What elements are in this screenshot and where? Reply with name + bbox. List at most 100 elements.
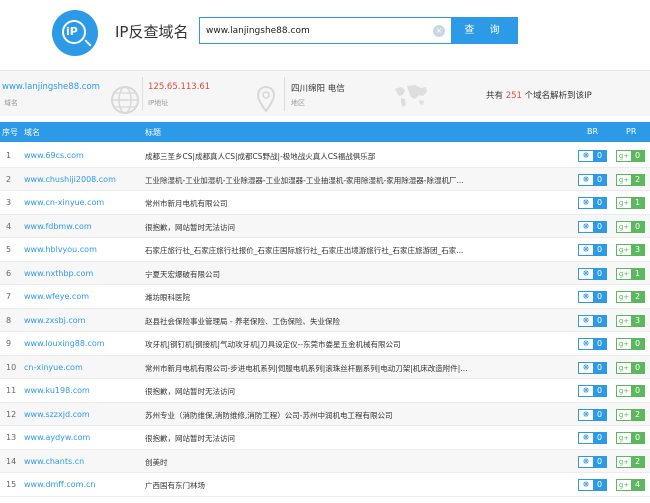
- row-number: 11: [6, 386, 17, 395]
- br-value: 0: [596, 151, 603, 160]
- row-number: 1: [6, 151, 12, 160]
- pr-badge[interactable]: g+ 3: [616, 314, 645, 327]
- pr-badge[interactable]: g+ 0: [616, 385, 645, 397]
- row-domain-link[interactable]: www.louxing88.com: [24, 339, 105, 348]
- row-domain-link[interactable]: www.chushiji2008.com: [24, 175, 116, 184]
- pr-badge[interactable]: g+ 0: [616, 361, 645, 374]
- row-domain-link[interactable]: www.chants.cn: [24, 457, 84, 466]
- br-badge[interactable]: ❋ 0: [578, 385, 607, 397]
- paw-icon: ❋: [579, 456, 593, 467]
- table-row: 6 www.nxthbp.com 宁夏天宏爆破有限公司 ❋ 0 g+ 1: [0, 261, 650, 285]
- br-badge[interactable]: ❋ 0: [578, 361, 607, 374]
- pr-badge[interactable]: g+ 3: [616, 244, 645, 256]
- row-title: 潍坊眼科医院: [145, 293, 190, 302]
- ip-logo-icon[interactable]: iP: [52, 10, 98, 56]
- pr-badge[interactable]: g+ 2: [616, 455, 645, 468]
- br-badge[interactable]: ❋ 0: [578, 244, 607, 256]
- search-box[interactable]: ×: [199, 17, 452, 44]
- row-domain-link[interactable]: www.aydyw.com: [24, 433, 90, 442]
- pr-badge[interactable]: g+ 0: [616, 150, 645, 162]
- pr-value: 0: [634, 362, 641, 372]
- g-plus-icon: g+: [617, 456, 631, 467]
- br-badge[interactable]: ❋ 0: [578, 150, 607, 162]
- globe-icon: [111, 86, 139, 114]
- br-value: 0: [596, 480, 603, 489]
- row-title: 广西国有东门林场: [145, 481, 205, 490]
- table-row: 12 www.szzxjd.com 苏州专业（消防维保,消防维修,消防工程）公司…: [0, 402, 650, 426]
- pr-badge[interactable]: g+ 0: [616, 338, 645, 350]
- row-title: 创美时: [145, 457, 168, 467]
- row-domain-link[interactable]: www.ku198.com: [24, 386, 90, 395]
- clear-icon[interactable]: ×: [433, 25, 445, 37]
- paw-icon: ❋: [579, 268, 593, 279]
- table-row: 1 www.69cs.com 成都三圣乡CS|成都真人CS|成都CS野战|-极地…: [0, 144, 650, 168]
- g-plus-icon: g+: [617, 151, 631, 161]
- info-domain-cell: www.lanjingshe88.com 域名: [0, 71, 142, 117]
- pr-value: 1: [634, 268, 641, 278]
- info-domain[interactable]: www.lanjingshe88.com: [2, 82, 100, 92]
- pr-badge[interactable]: g+ 2: [616, 173, 645, 186]
- br-badge[interactable]: ❋ 0: [578, 197, 607, 209]
- br-badge[interactable]: ❋ 0: [578, 432, 607, 444]
- g-plus-icon: g+: [617, 268, 631, 279]
- pr-value: 1: [634, 198, 641, 207]
- g-plus-icon: g+: [617, 221, 631, 232]
- paw-icon: ❋: [579, 292, 593, 302]
- br-badge[interactable]: ❋ 0: [578, 338, 607, 350]
- row-domain-link[interactable]: www.cn-xinyue.com: [24, 198, 104, 207]
- br-badge[interactable]: ❋ 0: [578, 479, 607, 491]
- g-plus-icon: g+: [617, 315, 631, 326]
- br-value: 0: [596, 221, 603, 231]
- row-number: 4: [6, 221, 12, 231]
- col-header-title: 标题: [145, 128, 161, 137]
- row-title: 攻牙机|钢钉机|钢接机|气动攻牙机|刀具设定仪--东莞市娄星五金机械有限公司: [145, 340, 401, 349]
- br-badge[interactable]: ❋ 0: [578, 220, 607, 233]
- table-row: 4 www.fdbmw.com 很抱歉，网站暂时无法访问 ❋ 0 g+ 0: [0, 214, 650, 238]
- pr-badge[interactable]: g+ 4: [616, 479, 645, 491]
- g-plus-icon: g+: [617, 362, 631, 373]
- domain-count-text: 共有 251 个域名解析到该IP: [486, 89, 592, 101]
- table-row: 3 www.cn-xinyue.com 常州市新月电机有限公司 ❋ 0 g+ 1: [0, 191, 650, 215]
- br-badge[interactable]: ❋ 0: [578, 291, 607, 303]
- col-header-domain: 域名: [24, 128, 40, 137]
- row-domain-link[interactable]: www.szzxjd.com: [24, 410, 90, 419]
- row-domain-link[interactable]: www.fdbmw.com: [24, 222, 92, 231]
- header: iP IP反查域名 × 查 询: [0, 0, 650, 68]
- g-plus-icon: g+: [617, 174, 631, 185]
- pr-value: 2: [634, 409, 641, 419]
- br-badge[interactable]: ❋ 0: [578, 455, 607, 468]
- count-suffix: 个域名解析到该IP: [524, 91, 592, 101]
- search-input[interactable]: [206, 24, 426, 38]
- row-domain-link[interactable]: www.69cs.com: [24, 151, 84, 160]
- row-domain-link[interactable]: www.hblvyou.com: [24, 245, 97, 254]
- row-domain-link[interactable]: cn-xinyue.com: [24, 363, 83, 372]
- pr-badge[interactable]: g+ 1: [616, 197, 645, 209]
- br-badge[interactable]: ❋ 0: [578, 267, 607, 280]
- row-domain-link[interactable]: www.nxthbp.com: [24, 269, 93, 278]
- search-button[interactable]: 查 询: [452, 17, 518, 44]
- row-domain-link[interactable]: www.dmff.com.cn: [24, 480, 95, 489]
- col-header-no: 序号: [2, 128, 18, 137]
- br-badge[interactable]: ❋ 0: [578, 408, 607, 421]
- world-map-icon: [395, 85, 427, 107]
- pr-badge[interactable]: g+ 2: [616, 291, 645, 303]
- br-badge[interactable]: ❋ 0: [578, 314, 607, 327]
- br-badge[interactable]: ❋ 0: [578, 173, 607, 186]
- g-plus-icon: g+: [617, 245, 631, 255]
- row-domain-link[interactable]: www.zxsbj.com: [24, 316, 85, 325]
- pr-badge[interactable]: g+ 1: [616, 267, 645, 280]
- pr-value: 3: [634, 315, 641, 325]
- paw-icon: ❋: [579, 245, 593, 255]
- table-row: 11 www.ku198.com 很抱歉，网站暂时无法访问 ❋ 0 g+ 0: [0, 379, 650, 403]
- info-ip: 125.65.113.61: [148, 82, 211, 92]
- pr-badge[interactable]: g+ 0: [616, 220, 645, 233]
- pr-badge[interactable]: g+ 2: [616, 408, 645, 421]
- table-row: 7 www.wfeye.com 潍坊眼科医院 ❋ 0 g+ 2: [0, 285, 650, 309]
- info-location: 四川绵阳 电信: [291, 84, 345, 94]
- page-title: IP反查域名: [115, 23, 189, 41]
- pr-badge[interactable]: g+ 0: [616, 432, 645, 444]
- row-domain-link[interactable]: www.wfeye.com: [24, 292, 89, 301]
- br-value: 0: [596, 315, 603, 325]
- pr-value: 0: [634, 386, 641, 395]
- map-pin-icon: [256, 85, 276, 113]
